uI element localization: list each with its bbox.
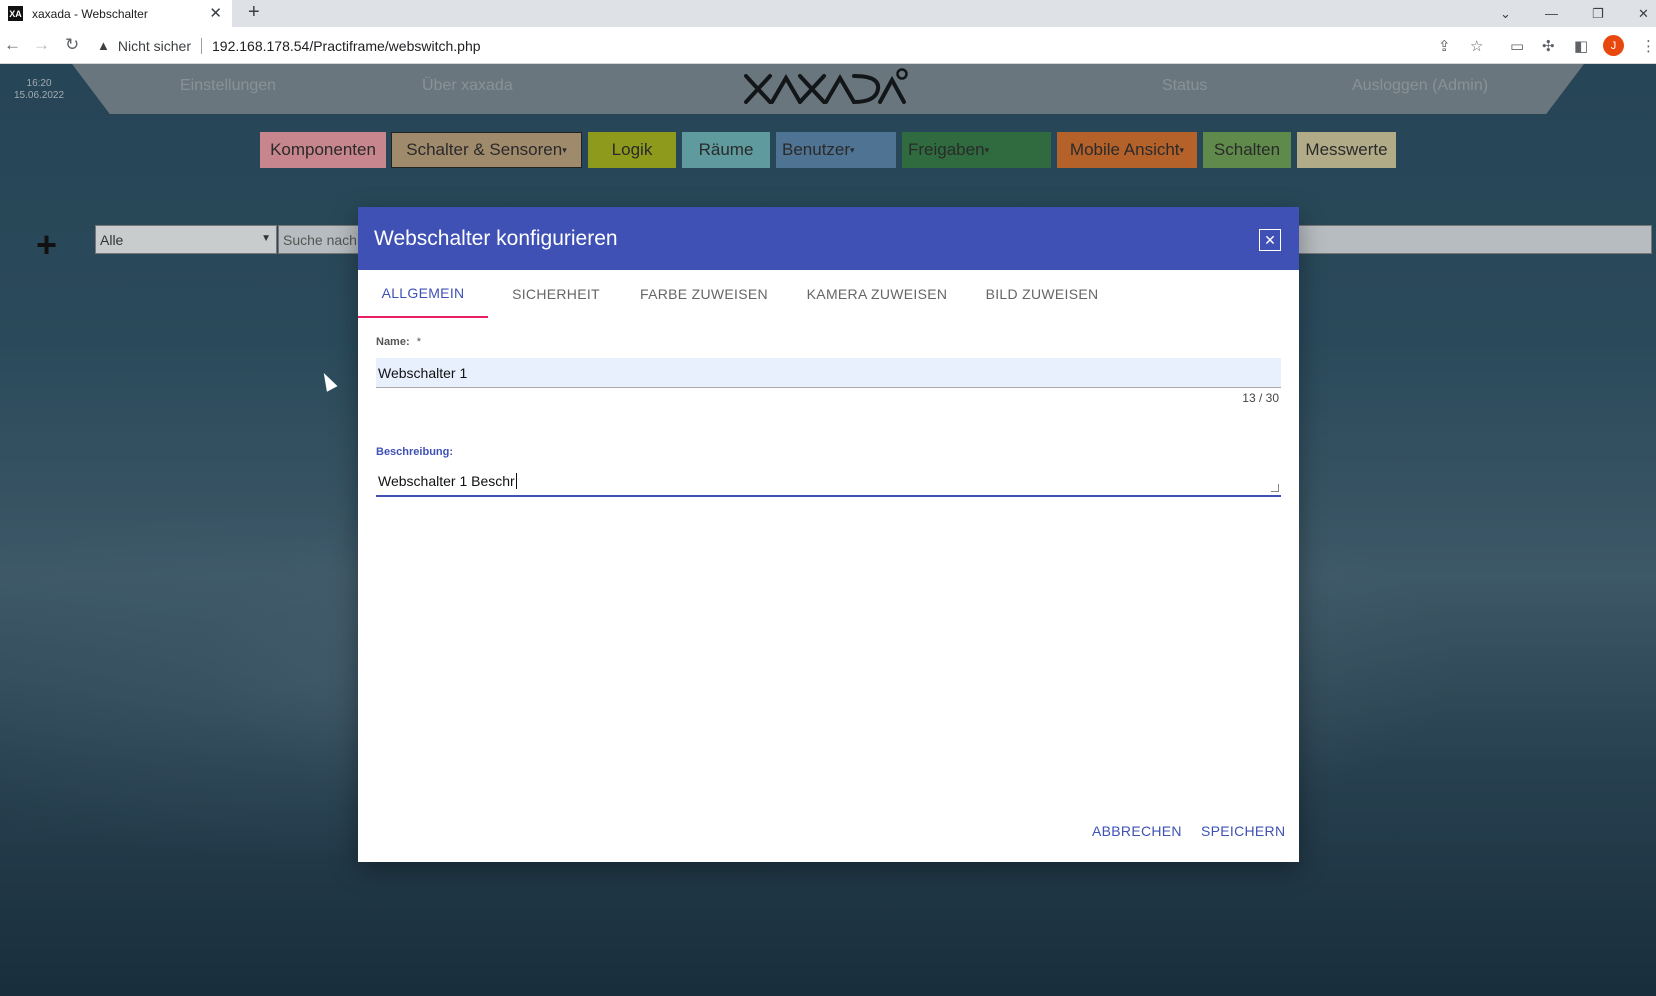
tab-sicherheit[interactable]: SICHERHEIT	[498, 270, 614, 318]
dialog-title: Webschalter konfigurieren	[374, 227, 618, 250]
menu-raeume[interactable]: Räume	[682, 132, 770, 168]
cancel-button[interactable]: ABBRECHEN	[1092, 823, 1182, 839]
menu-logik[interactable]: Logik	[588, 132, 676, 168]
menu-schalter-sensoren-label: Schalter & Sensoren	[406, 140, 563, 159]
tab-title: xaxada - Webschalter	[32, 6, 148, 21]
bookmark-star-icon[interactable]: ☆	[1470, 37, 1483, 55]
back-icon[interactable]: ←	[4, 35, 21, 55]
url-text: 192.168.178.54/Practiframe/webswitch.php	[212, 37, 481, 54]
forward-icon[interactable]: →	[33, 35, 50, 55]
share-icon[interactable]: ⇪	[1438, 37, 1451, 55]
extensions-icon[interactable]: ✣	[1542, 37, 1555, 55]
favicon-icon: XA	[8, 6, 23, 21]
browser-tab-strip: XA xaxada - Webschalter ✕ + ⌄ — ❐ ✕	[0, 0, 1656, 27]
dropdown-caret-icon: ▾	[562, 144, 567, 155]
side-panel-icon[interactable]: ◧	[1574, 37, 1588, 55]
resize-handle-icon[interactable]	[1271, 484, 1279, 492]
profile-avatar[interactable]: J	[1603, 35, 1624, 56]
browser-tab[interactable]: XA xaxada - Webschalter ✕	[0, 0, 232, 27]
not-secure-label: Nicht sicher	[117, 37, 192, 54]
category-filter-select[interactable]: Alle ▼	[95, 225, 277, 254]
required-mark: *	[416, 336, 421, 348]
tab-search-icon[interactable]: ⌄	[1500, 0, 1511, 27]
tab-close-icon[interactable]: ✕	[209, 4, 222, 22]
menu-mobile-ansicht-label: Mobile Ansicht	[1069, 140, 1180, 159]
save-button[interactable]: SPEICHERN	[1201, 823, 1285, 839]
menu-schalter-sensoren[interactable]: Schalter & Sensoren ▾	[391, 132, 582, 168]
dropdown-caret-icon: ▾	[984, 144, 990, 155]
tab-allgemein[interactable]: ALLGEMEIN	[358, 270, 488, 318]
dialog-header: Webschalter konfigurieren ✕	[358, 207, 1299, 270]
search-placeholder: Suche nach	[283, 231, 357, 248]
add-icon[interactable]: +	[36, 224, 57, 266]
menu-benutzer-label: Benutzer	[782, 140, 851, 159]
cast-icon[interactable]: ▭	[1510, 37, 1524, 55]
name-field[interactable]: Webschalter 1	[376, 358, 1281, 388]
tab-bild-zuweisen[interactable]: BILD ZUWEISEN	[972, 270, 1112, 318]
window-close-icon[interactable]: ✕	[1638, 0, 1649, 27]
dialog-tabs: ALLGEMEIN SICHERHEIT FARBE ZUWEISEN KAME…	[358, 270, 1299, 318]
dropdown-caret-icon: ▾	[850, 144, 855, 155]
reload-icon[interactable]: ↻	[65, 35, 79, 55]
close-icon[interactable]: ✕	[1259, 229, 1281, 251]
browser-toolbar: ← → ↻ ▲ Nicht sicher 192.168.178.54/Prac…	[0, 27, 1656, 64]
menu-freigaben-label: Freigaben	[908, 140, 985, 159]
address-divider	[201, 37, 203, 54]
menu-messwerte[interactable]: Messwerte	[1297, 132, 1396, 168]
browser-menu-icon[interactable]: ⋮	[1641, 37, 1656, 55]
name-char-counter: 13 / 30	[1242, 391, 1279, 405]
description-value: Webschalter 1 Beschr	[378, 473, 515, 489]
name-label: Name: *	[376, 336, 421, 348]
filter-value: Alle	[100, 231, 124, 248]
dropdown-caret-icon: ▾	[1179, 144, 1185, 155]
menu-freigaben[interactable]: Freigaben ▾	[902, 132, 1051, 168]
tab-kamera-zuweisen[interactable]: KAMERA ZUWEISEN	[794, 270, 960, 318]
text-caret	[515, 473, 517, 489]
menu-benutzer[interactable]: Benutzer ▾	[776, 132, 896, 168]
new-tab-icon[interactable]: +	[248, 1, 260, 24]
app-page: 16:20 15.06.2022 Einstellungen Über xaxa…	[0, 64, 1656, 996]
restore-icon[interactable]: ❐	[1592, 0, 1604, 27]
address-bar[interactable]: ▲ Nicht sicher 192.168.178.54/Practifram…	[97, 32, 1477, 59]
warning-icon: ▲	[97, 38, 110, 53]
menu-schalten[interactable]: Schalten	[1203, 132, 1291, 168]
name-value: Webschalter 1	[378, 364, 468, 381]
minimize-icon[interactable]: —	[1545, 0, 1558, 27]
description-field[interactable]: Webschalter 1 Beschr	[376, 467, 1281, 497]
menu-mobile-ansicht[interactable]: Mobile Ansicht ▾	[1057, 132, 1197, 168]
name-label-text: Name:	[376, 336, 410, 348]
tab-farbe-zuweisen[interactable]: FARBE ZUWEISEN	[626, 270, 782, 318]
description-label: Beschreibung:	[376, 446, 454, 458]
chevron-down-icon: ▼	[261, 233, 271, 244]
menu-komponenten[interactable]: Komponenten	[260, 132, 386, 168]
configure-webswitch-dialog: Webschalter konfigurieren ✕ ALLGEMEIN SI…	[358, 207, 1299, 862]
